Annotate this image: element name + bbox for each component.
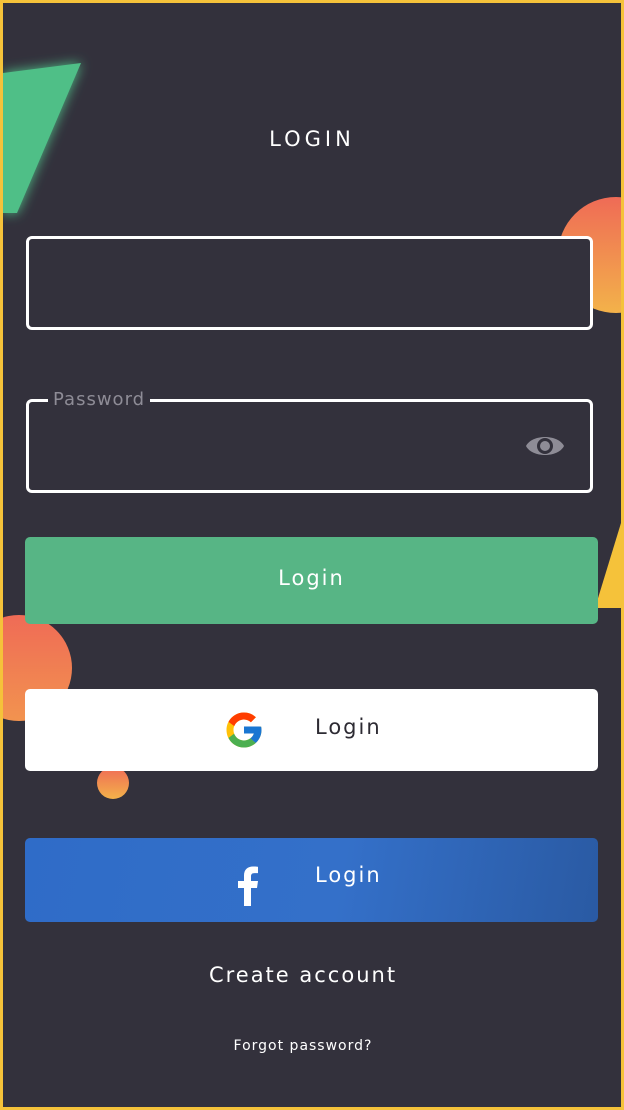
google-login-button[interactable]: Login <box>25 689 598 771</box>
google-icon <box>226 712 262 748</box>
create-account-link[interactable]: Create account <box>3 963 603 987</box>
login-screen: LOGIN Password Login Login Login Create … <box>3 3 621 1107</box>
facebook-icon <box>238 866 258 906</box>
forgot-password-link[interactable]: Forgot password? <box>3 1038 603 1054</box>
google-login-label: Login <box>315 715 382 739</box>
login-button-label: Login <box>278 566 345 590</box>
login-button[interactable]: Login <box>25 537 598 624</box>
password-field[interactable]: Password <box>26 385 593 493</box>
decorative-triangle-right <box>595 523 621 608</box>
email-field[interactable] <box>26 236 593 330</box>
password-label: Password <box>48 385 151 415</box>
eye-icon[interactable] <box>524 430 566 462</box>
facebook-login-label: Login <box>315 863 382 887</box>
page-title: LOGIN <box>269 127 355 151</box>
facebook-login-button[interactable]: Login <box>25 838 598 922</box>
